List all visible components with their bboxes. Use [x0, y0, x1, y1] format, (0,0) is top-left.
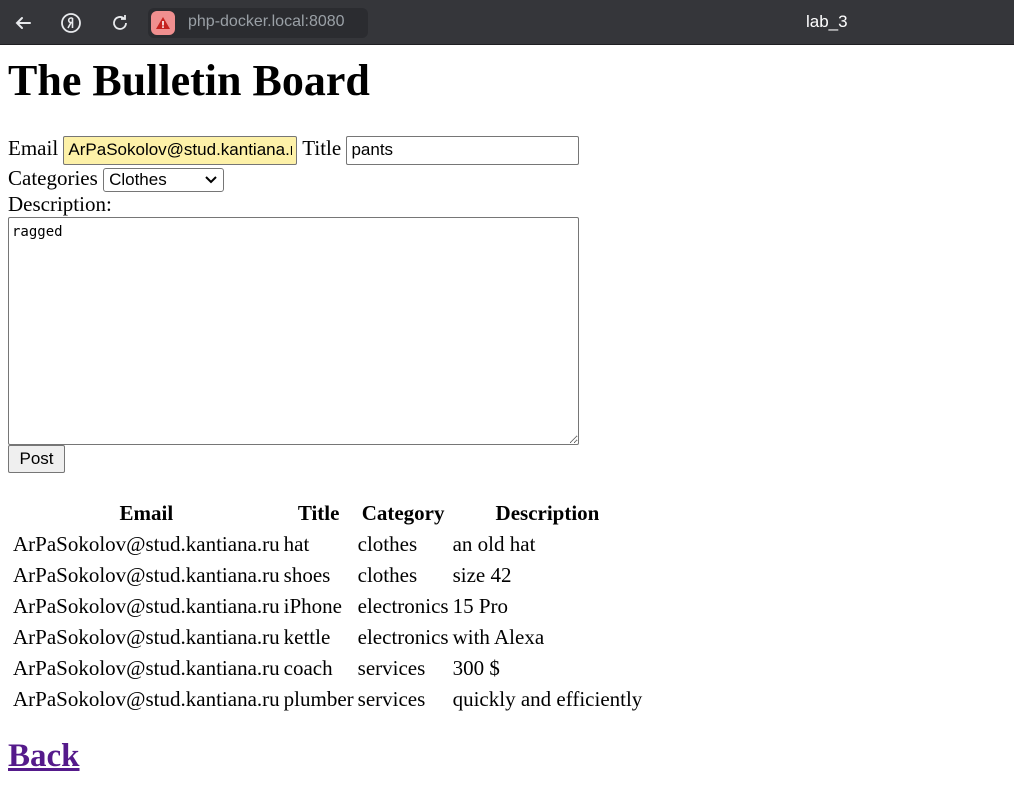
description-label: Description: — [8, 192, 112, 216]
cell-description: 300 $ — [452, 656, 500, 680]
category-select[interactable]: Clothes — [103, 168, 225, 193]
table-row: ArPaSokolov@stud.kantiana.ru coach servi… — [12, 654, 643, 683]
cell-description: an old hat — [452, 532, 536, 556]
table-row: ArPaSokolov@stud.kantiana.ru hat clothes… — [12, 530, 643, 559]
cell-description: 15 Pro — [452, 594, 509, 618]
address-bar[interactable]: php-docker.local:8080 — [148, 8, 368, 38]
cell-email: ArPaSokolov@stud.kantiana.ru — [13, 687, 280, 711]
back-link[interactable]: Back — [8, 738, 80, 775]
cell-title: coach — [283, 656, 333, 680]
categories-label: Categories — [8, 166, 98, 190]
table-row: ArPaSokolov@stud.kantiana.ru kettle elec… — [12, 623, 643, 652]
cell-title: hat — [283, 532, 310, 556]
tab-title: lab_3 — [806, 12, 848, 31]
cell-title: iPhone — [283, 594, 342, 618]
email-title-row: Email Title — [8, 135, 580, 165]
browser-toolbar: php-docker.local:8080 lab_3 — [0, 0, 1014, 45]
cell-description: with Alexa — [452, 625, 545, 649]
cell-description: quickly and efficiently — [452, 687, 643, 711]
back-arrow-icon[interactable] — [10, 10, 36, 36]
cell-category: clothes — [357, 563, 418, 587]
cell-description: size 42 — [452, 563, 512, 587]
column-header-description: Description — [495, 501, 600, 525]
cell-title: plumber — [283, 687, 354, 711]
title-field[interactable] — [346, 135, 580, 165]
cell-category: electronics — [357, 594, 449, 618]
cell-email: ArPaSokolov@stud.kantiana.ru — [13, 625, 280, 649]
category-selected-value: Clothes — [109, 170, 167, 190]
cell-email: ArPaSokolov@stud.kantiana.ru — [13, 656, 280, 680]
cell-category: clothes — [357, 532, 418, 556]
address-url: php-docker.local:8080 — [188, 13, 345, 30]
cell-category: services — [357, 687, 426, 711]
email-label: Email — [8, 136, 59, 160]
cell-email: ArPaSokolov@stud.kantiana.ru — [13, 594, 280, 618]
column-header-category: Category — [361, 501, 445, 525]
post-button[interactable]: Post — [8, 445, 65, 473]
categories-row: Categories Clothes — [8, 165, 225, 193]
insecure-warning-icon[interactable] — [151, 11, 175, 35]
table-row: ArPaSokolov@stud.kantiana.ru iPhone elec… — [12, 592, 643, 621]
table-row: ArPaSokolov@stud.kantiana.ru plumber ser… — [12, 685, 643, 714]
cell-email: ArPaSokolov@stud.kantiana.ru — [13, 563, 280, 587]
cell-title: shoes — [283, 563, 331, 587]
chevron-down-icon — [205, 176, 217, 184]
cell-title: kettle — [283, 625, 331, 649]
cell-category: services — [357, 656, 426, 680]
bulletin-table: Email Title Category Description ArPaSok… — [10, 497, 645, 716]
email-field[interactable] — [63, 135, 298, 165]
cell-email: ArPaSokolov@stud.kantiana.ru — [13, 532, 280, 556]
yandex-logo-icon[interactable] — [58, 10, 84, 36]
description-textarea[interactable]: ragged — [8, 217, 579, 445]
cell-category: electronics — [357, 625, 449, 649]
table-row: ArPaSokolov@stud.kantiana.ru shoes cloth… — [12, 561, 643, 590]
title-label: Title — [302, 136, 342, 160]
column-header-email: Email — [119, 501, 174, 525]
page-title: The Bulletin Board — [8, 56, 370, 105]
table-header-row: Email Title Category Description — [12, 499, 643, 528]
reload-icon[interactable] — [107, 10, 133, 36]
column-header-title: Title — [297, 501, 340, 525]
